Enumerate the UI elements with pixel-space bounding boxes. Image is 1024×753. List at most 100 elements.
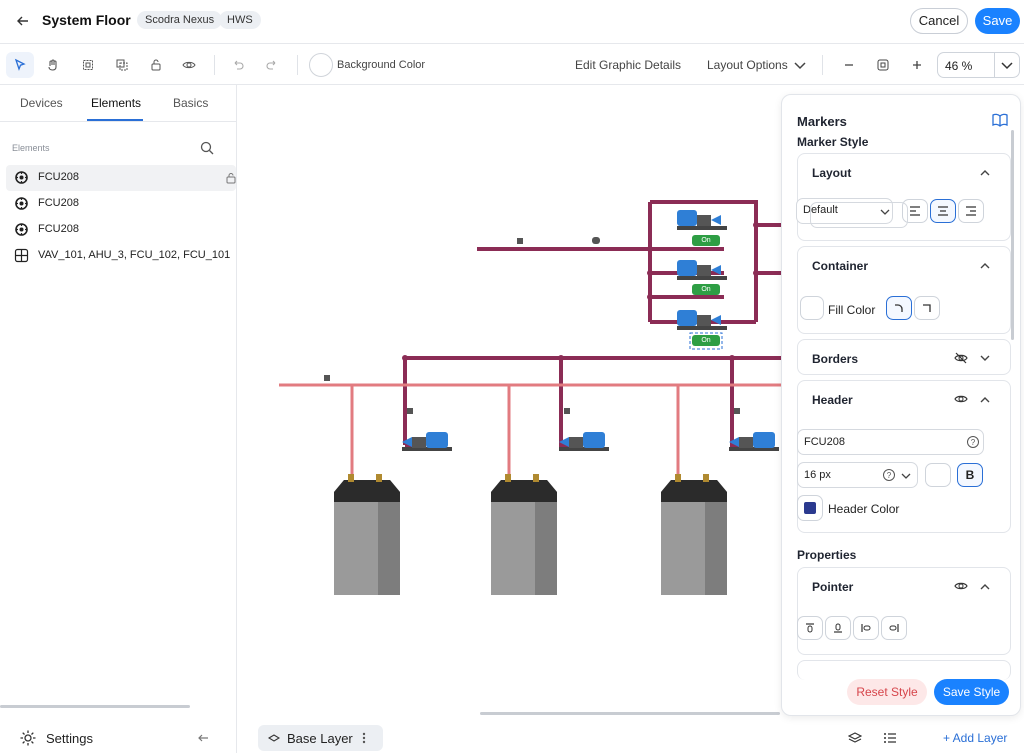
align-center-icon — [938, 206, 948, 216]
eye-icon[interactable] — [954, 579, 968, 593]
cancel-button[interactable]: Cancel — [910, 8, 968, 34]
back-arrow-icon[interactable] — [14, 12, 32, 30]
list-item[interactable]: VAV_101, AHU_3, FCU_102, FCU_101 — [6, 243, 236, 269]
graphic-canvas[interactable]: On On On — [237, 85, 782, 753]
layout-options-dropdown[interactable]: Layout Options — [707, 58, 788, 72]
tab-devices[interactable]: Devices — [20, 96, 63, 110]
list-item[interactable]: FCU208 — [6, 217, 236, 243]
layer-diamond-icon — [268, 734, 280, 742]
zoom-out-icon[interactable] — [837, 53, 861, 77]
borders-section-title: Borders — [812, 352, 859, 366]
chevron-up-icon[interactable] — [980, 395, 990, 405]
layers-stack-icon[interactable] — [847, 731, 863, 745]
header-color-swatch[interactable] — [797, 495, 823, 521]
list-item-label: VAV_101, AHU_3, FCU_102, FCU_101 — [38, 249, 231, 261]
list-item[interactable]: FCU208 — [6, 191, 236, 217]
save-button[interactable]: Save — [975, 8, 1020, 34]
header-section: Header FCU208 ? 16 px ? B Header Color — [797, 380, 1011, 533]
tab-basics[interactable]: Basics — [173, 96, 208, 110]
next-section-collapsed — [797, 660, 1011, 680]
status-badge[interactable]: On — [692, 335, 720, 346]
book-help-icon[interactable] — [991, 111, 1009, 129]
align-center-button[interactable] — [930, 199, 956, 223]
square-corner-button[interactable] — [914, 296, 940, 320]
canvas-scrollbar[interactable] — [480, 712, 780, 715]
status-badge[interactable]: On — [692, 235, 720, 246]
collapse-arrow-icon[interactable] — [196, 731, 210, 745]
header-section-title: Header — [812, 393, 853, 407]
layer-label: Base Layer — [287, 731, 353, 746]
frame-select-icon[interactable] — [76, 53, 100, 77]
font-size-select[interactable]: 16 px — [797, 462, 918, 488]
help-circle-icon[interactable]: ? — [966, 435, 980, 449]
chevron-down-icon[interactable] — [980, 353, 990, 363]
select-pointer-icon[interactable] — [6, 52, 34, 78]
site-tag: Scodra Nexus — [137, 11, 223, 29]
sidebar-scrollbar[interactable] — [0, 705, 190, 708]
pointer-right-button[interactable] — [881, 616, 907, 640]
align-right-button[interactable] — [958, 199, 984, 223]
page-title: System Floor — [42, 12, 131, 28]
pointer-top-button[interactable] — [797, 616, 823, 640]
save-style-button[interactable]: Save Style — [934, 679, 1009, 705]
properties-label: Properties — [797, 548, 857, 562]
rounded-corner-button[interactable] — [886, 296, 912, 320]
bold-toggle-button[interactable]: B — [957, 463, 983, 487]
group-select-icon[interactable] — [110, 53, 134, 77]
chevron-up-icon[interactable] — [980, 168, 990, 178]
chevron-down-icon[interactable] — [901, 471, 911, 481]
fan-icon — [14, 196, 29, 211]
status-badge[interactable]: On — [692, 284, 720, 295]
zoom-in-icon[interactable] — [905, 53, 929, 77]
edit-graphic-details-button[interactable]: Edit Graphic Details — [575, 58, 681, 72]
tab-elements[interactable]: Elements — [91, 96, 141, 110]
toolbar: Background Color Edit Graphic Details La… — [0, 45, 1024, 85]
align-left-button[interactable] — [902, 199, 928, 223]
background-color-label[interactable]: Background Color — [337, 59, 425, 71]
eye-off-icon[interactable] — [954, 351, 968, 365]
settings-gear-icon[interactable] — [19, 729, 37, 747]
container-section: Container Fill Color — [797, 246, 1011, 334]
chevron-down-icon[interactable] — [793, 59, 807, 71]
pointer-top-icon — [806, 623, 814, 633]
zoom-select[interactable]: 46 % — [937, 52, 1020, 78]
pointer-right-icon — [889, 624, 899, 632]
add-layer-button[interactable]: + Add Layer — [943, 731, 1007, 745]
font-size-value: 16 px — [804, 469, 831, 481]
visibility-eye-icon[interactable] — [177, 53, 201, 77]
search-icon[interactable] — [199, 140, 215, 156]
reset-style-button[interactable]: Reset Style — [847, 679, 927, 705]
square-corner-icon — [923, 304, 931, 312]
boiler-units — [334, 474, 727, 595]
chevron-down-icon[interactable] — [1000, 59, 1014, 71]
pointer-bottom-button[interactable] — [825, 616, 851, 640]
redo-icon[interactable] — [260, 53, 284, 77]
eye-icon[interactable] — [954, 392, 968, 406]
lock-icon[interactable] — [225, 171, 237, 184]
list-view-icon[interactable] — [883, 731, 897, 745]
header-text-input[interactable]: FCU208 — [797, 429, 984, 455]
layer-chip[interactable]: Base Layer — [258, 725, 383, 751]
fill-color-label: Fill Color — [828, 303, 876, 317]
help-circle-icon[interactable]: ? — [882, 468, 896, 482]
chevron-up-icon[interactable] — [980, 261, 990, 271]
unlock-icon[interactable] — [144, 53, 168, 77]
borders-section: Borders — [797, 339, 1011, 375]
toolbar-divider — [297, 55, 298, 75]
fit-to-screen-icon[interactable] — [871, 53, 895, 77]
chevron-up-icon[interactable] — [980, 582, 990, 592]
settings-label[interactable]: Settings — [46, 731, 93, 746]
text-color-swatch[interactable] — [925, 463, 951, 487]
more-vertical-icon[interactable] — [361, 731, 367, 745]
pointer-left-button[interactable] — [853, 616, 879, 640]
markers-panel: Markers Marker Style Layout Default Cont… — [781, 94, 1021, 716]
undo-icon[interactable] — [226, 53, 250, 77]
chevron-down-icon[interactable] — [880, 207, 890, 217]
header-color-chip — [804, 502, 816, 514]
toolbar-divider — [822, 55, 823, 75]
background-color-swatch[interactable] — [309, 53, 333, 77]
fill-color-swatch[interactable] — [800, 296, 824, 320]
list-item[interactable]: FCU208 — [6, 165, 236, 191]
pan-hand-icon[interactable] — [41, 53, 65, 77]
panel-scrollbar[interactable] — [1011, 130, 1014, 340]
